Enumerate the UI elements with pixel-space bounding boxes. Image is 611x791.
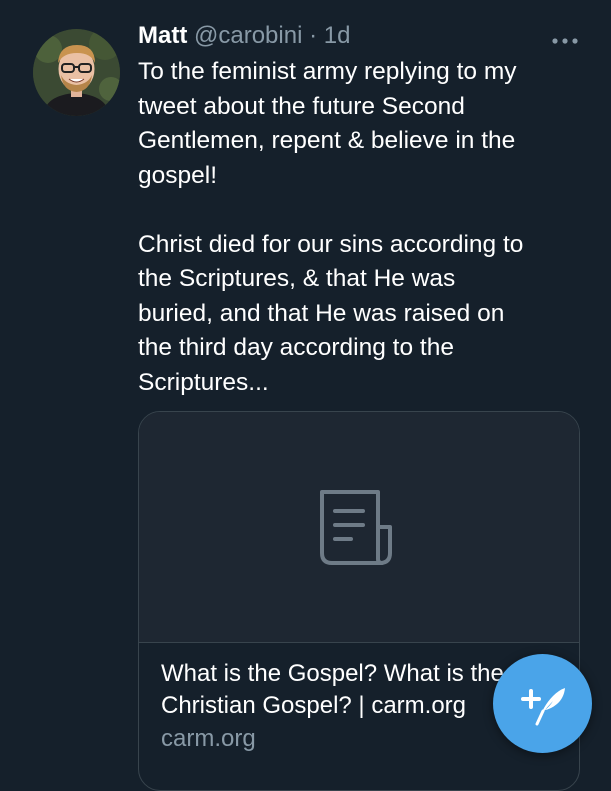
compose-tweet-button[interactable]	[493, 654, 592, 753]
tweet-line: the Scriptures, & that He was	[138, 265, 456, 292]
tweet-text: To the feminist army replying to my twee…	[138, 55, 588, 400]
document-icon	[320, 490, 392, 565]
tweet-line: Gentlemen, repent & believe in the	[138, 127, 516, 154]
link-card-domain: carm.org	[161, 725, 256, 752]
tweet-paragraph: To the feminist army replying to my twee…	[138, 55, 588, 193]
tweet-line: Christ died for our sins according to	[138, 230, 524, 258]
tweet-paragraph: Christ died for our sins according to th…	[138, 228, 588, 401]
tweet-line: To the feminist army replying to my	[138, 58, 517, 85]
separator-dot: ·	[309, 22, 318, 49]
author-handle[interactable]: @carobini	[194, 22, 302, 49]
link-card-media	[139, 412, 579, 643]
tweet-timestamp[interactable]: 1d	[324, 22, 351, 49]
tweet-line: buried, and that He was raised on	[138, 299, 505, 327]
avatar[interactable]	[33, 29, 120, 116]
tweet-header: Matt @carobini · 1d	[138, 20, 578, 52]
tweet-line: Scriptures...	[138, 368, 269, 396]
tweet-line: the third day according to the	[138, 334, 454, 361]
author-name[interactable]: Matt	[138, 22, 187, 49]
compose-tweet-icon	[521, 688, 565, 726]
tweet[interactable]: Matt @carobini · 1d To the feminist army…	[0, 0, 611, 791]
tweet-line: gospel!	[138, 161, 218, 189]
more-horizontal-icon[interactable]	[552, 32, 578, 44]
avatar-photo	[33, 29, 120, 116]
tweet-line: tweet about the future Second	[138, 92, 465, 120]
